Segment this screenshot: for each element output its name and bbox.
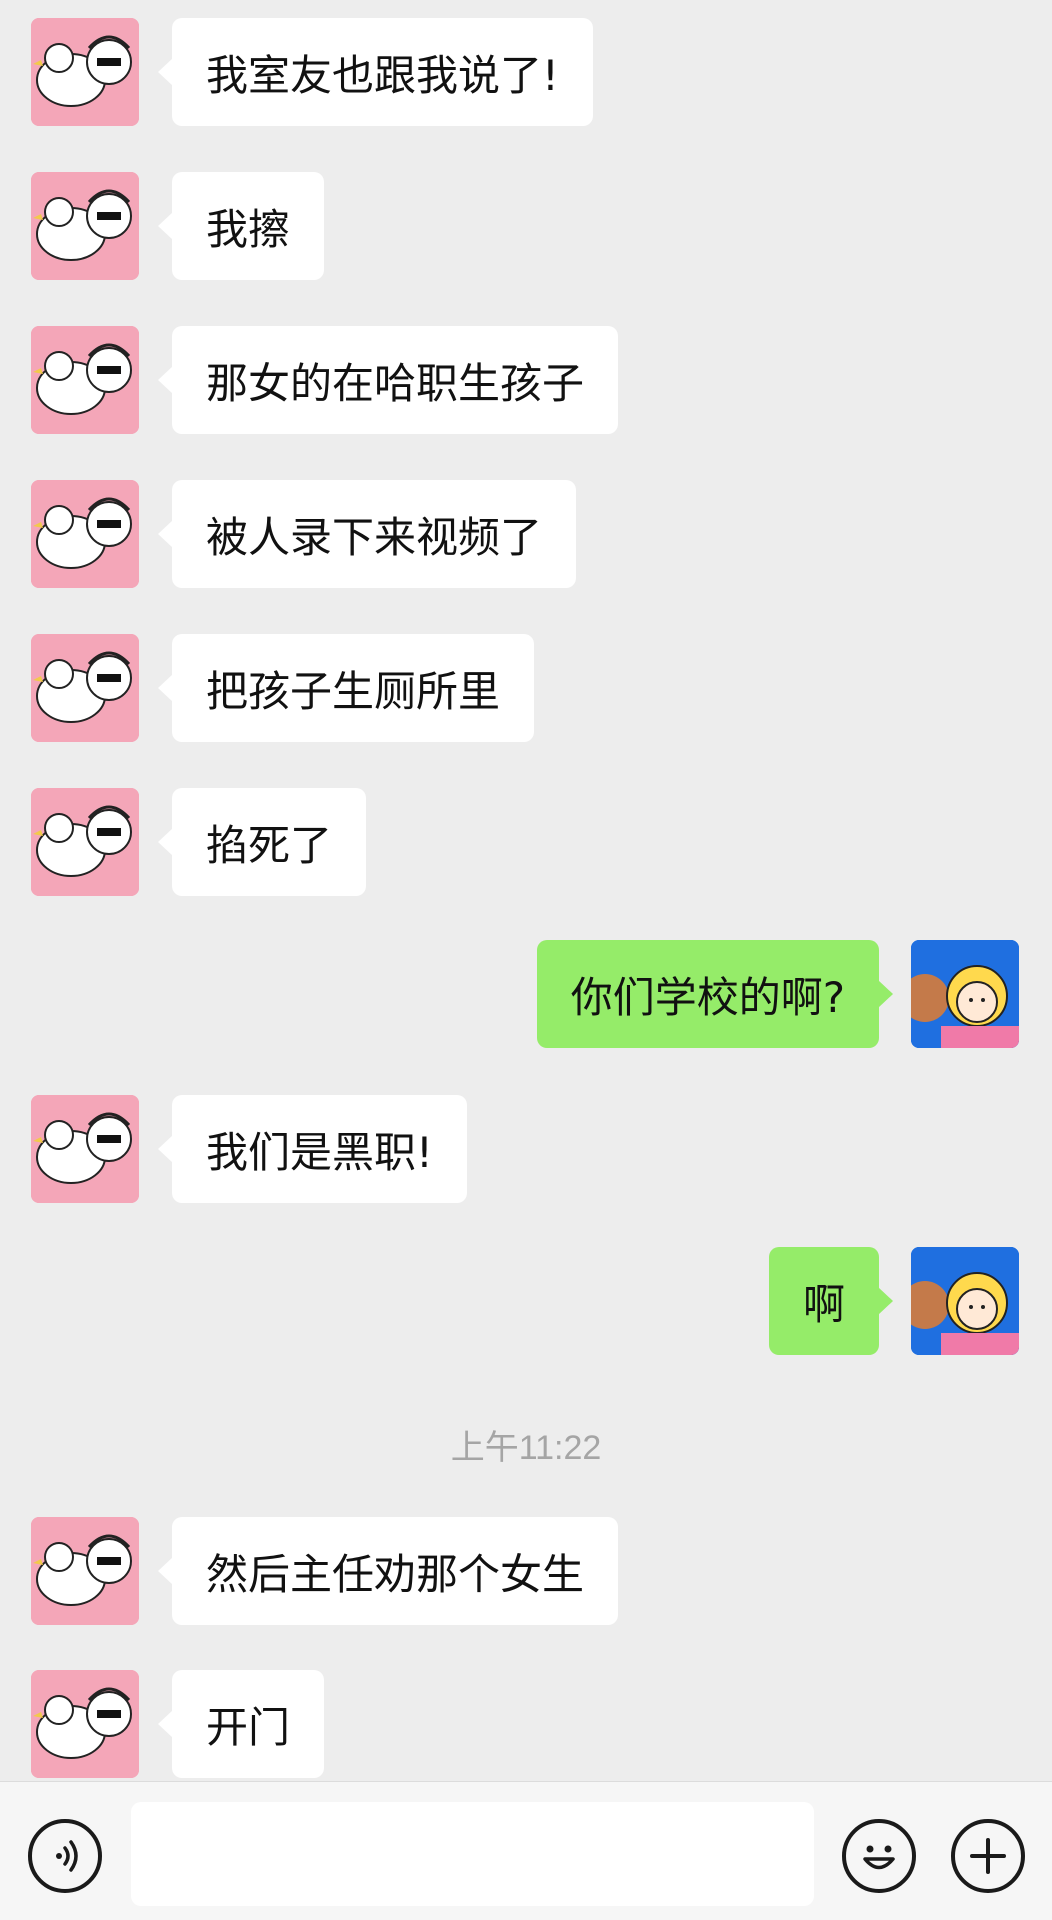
emoji-icon [863,1845,895,1870]
message-bubble[interactable]: 我擦 [157,172,325,280]
message-bubble[interactable]: 开门 [157,1670,325,1778]
contact-avatar[interactable] [31,18,139,126]
contact-avatar[interactable] [31,634,139,742]
message-bubble[interactable]: 啊 [768,1247,894,1355]
emoji-button[interactable] [842,1819,916,1893]
user-avatar[interactable] [911,1247,1019,1355]
message-bubble[interactable]: 被人录下来视频了 [157,480,577,588]
contact-avatar[interactable] [31,1670,139,1778]
contact-avatar[interactable] [31,1095,139,1203]
message-input[interactable] [131,1802,814,1906]
user-avatar[interactable] [911,940,1019,1048]
timestamp: 上午11:22 [450,1429,602,1467]
plus-button[interactable] [951,1819,1025,1893]
contact-avatar[interactable] [31,788,139,896]
contact-avatar[interactable] [31,326,139,434]
message-bubble[interactable]: 我室友也跟我说了! [158,18,593,126]
message-bubble[interactable]: 把孩子生厕所里 [157,634,535,742]
contact-avatar[interactable] [31,1517,139,1625]
message-bubble[interactable]: 然后主任劝那个女生 [157,1517,619,1625]
voice-button[interactable] [28,1819,102,1893]
input-bar [0,1781,1052,1920]
message-bubble[interactable]: 那女的在哈职生孩子 [157,326,619,434]
voice-icon [56,1840,78,1872]
contact-avatar[interactable] [31,172,139,280]
plus-icon [970,1838,1006,1874]
message-bubble[interactable]: 你们学校的啊? [536,940,894,1048]
message-bubble[interactable]: 我们是黑职! [158,1095,467,1203]
contact-avatar[interactable] [31,480,139,588]
message-bubble[interactable]: 掐死了 [157,788,367,896]
chat-area[interactable]: 我室友也跟我说了! 我擦 那女的在哈职生孩子 被人录下来视频了 把孩子生厕所里 … [0,0,1052,1780]
